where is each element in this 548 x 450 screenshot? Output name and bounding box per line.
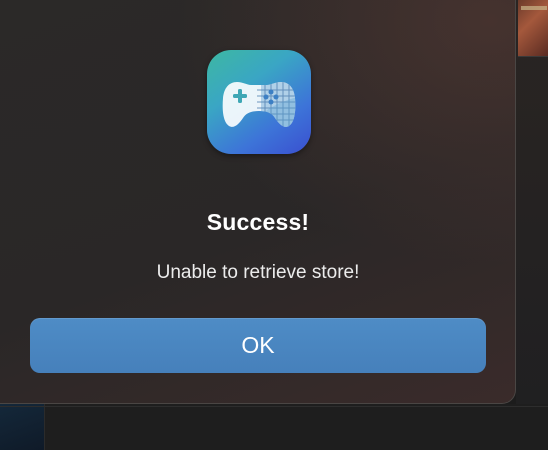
background-divider [0,406,548,407]
ok-button[interactable]: OK [30,318,486,373]
background-thumbnail-bottom [0,404,45,450]
dialog-title: Success! [206,209,310,235]
dialog-message: Unable to retrieve store! [156,262,360,283]
background-window [516,0,548,450]
background-panel [0,404,548,450]
background-thumbnail [518,0,548,57]
alert-dialog: Success! Unable to retrieve store! OK [0,0,516,404]
gamepad-icon [207,50,311,154]
